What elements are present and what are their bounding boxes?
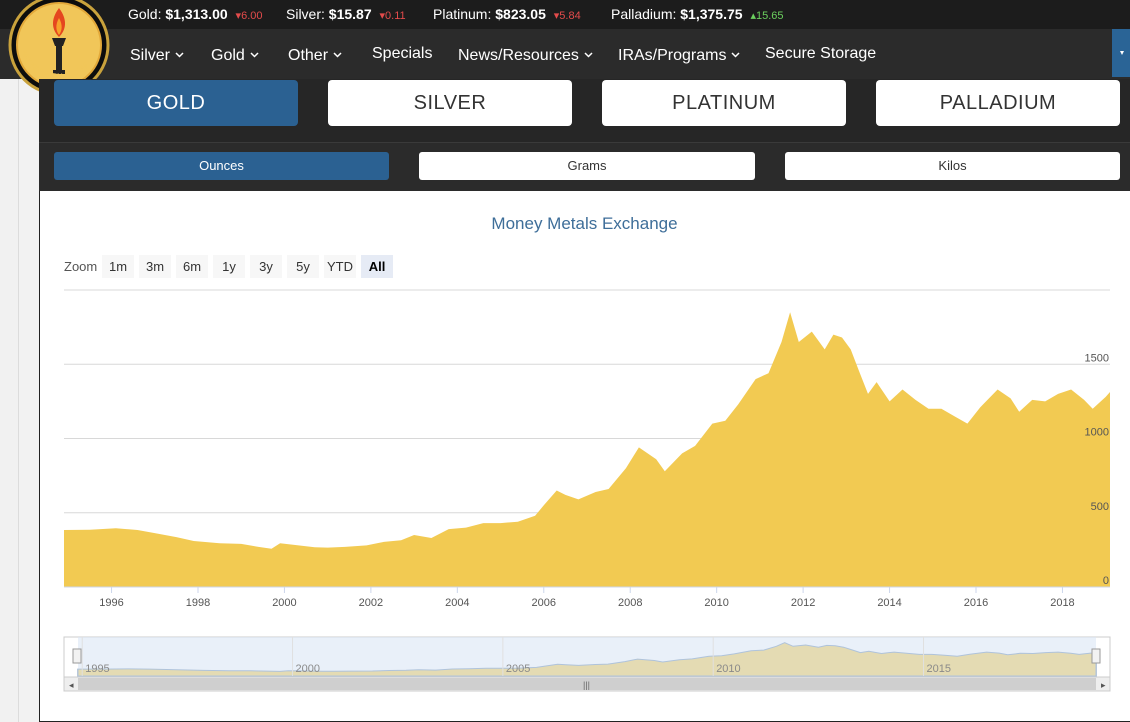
ticker-metal-name: Gold: (128, 6, 162, 22)
ticker-change-value: 5.84 (559, 10, 581, 22)
unit-tab-kilos[interactable]: Kilos (785, 152, 1120, 180)
chevron-down-icon (175, 45, 184, 63)
cart-icon (1120, 51, 1124, 55)
ticker-price: $1,313.00 (165, 6, 228, 22)
nav-item-iras-programs[interactable]: IRAs/Programs (618, 45, 740, 65)
ticker-platinum[interactable]: Platinum: $823.05 ▾5.84 (433, 6, 581, 22)
ticker-change: ▾6.00 (236, 10, 263, 22)
nav-cart-button[interactable] (1112, 29, 1130, 77)
ticker-change-value: 15.65 (755, 10, 784, 22)
ticker-price: $1,375.75 (680, 6, 743, 22)
chart-title: Money Metals Exchange (491, 214, 678, 233)
ticker-silver[interactable]: Silver: $15.87 ▾0.11 (286, 6, 406, 22)
ticker-change-value: 0.11 (385, 10, 406, 22)
ticker-metal-name: Platinum: (433, 6, 492, 22)
zoom-button-3m[interactable]: 3m (139, 255, 171, 278)
metal-tab-platinum[interactable]: PLATINUM (602, 80, 846, 126)
nav-item-silver[interactable]: Silver (130, 45, 184, 65)
nav-item-label: News/Resources (458, 47, 579, 64)
chevron-down-icon (731, 45, 740, 63)
nav-item-specials[interactable]: Specials (372, 45, 432, 63)
nav-item-label: Other (288, 47, 329, 64)
nav-item-gold[interactable]: Gold (211, 45, 259, 65)
ticker-price: $823.05 (495, 6, 546, 22)
metal-tab-silver[interactable]: SILVER (328, 80, 572, 126)
zoom-button-ytd[interactable]: YTD (324, 255, 356, 278)
zoom-button-1y[interactable]: 1y (213, 255, 245, 278)
main-navigation: Silver Gold Other Specials News/Resource… (0, 29, 1130, 79)
nav-item-label: IRAs/Programs (618, 47, 727, 64)
chevron-down-icon (584, 45, 593, 63)
chevron-down-icon (333, 45, 342, 63)
ticker-palladium[interactable]: Palladium: $1,375.75 ▴15.65 (611, 6, 784, 22)
nav-item-label: Specials (372, 45, 433, 62)
ticker-metal-name: Palladium: (611, 6, 677, 22)
zoom-button-3y[interactable]: 3y (250, 255, 282, 278)
price-ticker-bar: Gold: $1,313.00 ▾6.00 Silver: $15.87 ▾0.… (0, 0, 1130, 29)
left-sidebar-rail (0, 0, 19, 722)
chevron-down-icon (250, 45, 259, 63)
zoom-button-all[interactable]: All (361, 255, 393, 278)
ticker-gold[interactable]: Gold: $1,313.00 ▾6.00 (128, 6, 263, 22)
ticker-metal-name: Silver: (286, 6, 325, 22)
nav-item-label: Silver (130, 47, 171, 64)
zoom-button-5y[interactable]: 5y (287, 255, 319, 278)
ticker-change: ▾5.84 (554, 10, 581, 22)
unit-tab-ounces[interactable]: Ounces (54, 152, 389, 180)
nav-item-secure-storage[interactable]: Secure Storage (765, 45, 876, 63)
ticker-change-value: 6.00 (241, 10, 263, 22)
ticker-change: ▴15.65 (750, 10, 783, 22)
nav-item-label: Gold (211, 47, 245, 64)
zoom-label: Zoom (64, 259, 98, 274)
ticker-change: ▾0.11 (380, 10, 406, 22)
ticker-price: $15.87 (328, 6, 372, 22)
zoom-button-6m[interactable]: 6m (176, 255, 208, 278)
zoom-button-1m[interactable]: 1m (102, 255, 134, 278)
nav-item-other[interactable]: Other (288, 45, 342, 65)
metal-tab-gold[interactable]: GOLD (54, 80, 298, 126)
nav-item-news-resources[interactable]: News/Resources (458, 45, 593, 65)
metal-tab-palladium[interactable]: PALLADIUM (876, 80, 1120, 126)
nav-item-label: Secure Storage (765, 45, 877, 62)
unit-tab-grams[interactable]: Grams (419, 152, 755, 180)
